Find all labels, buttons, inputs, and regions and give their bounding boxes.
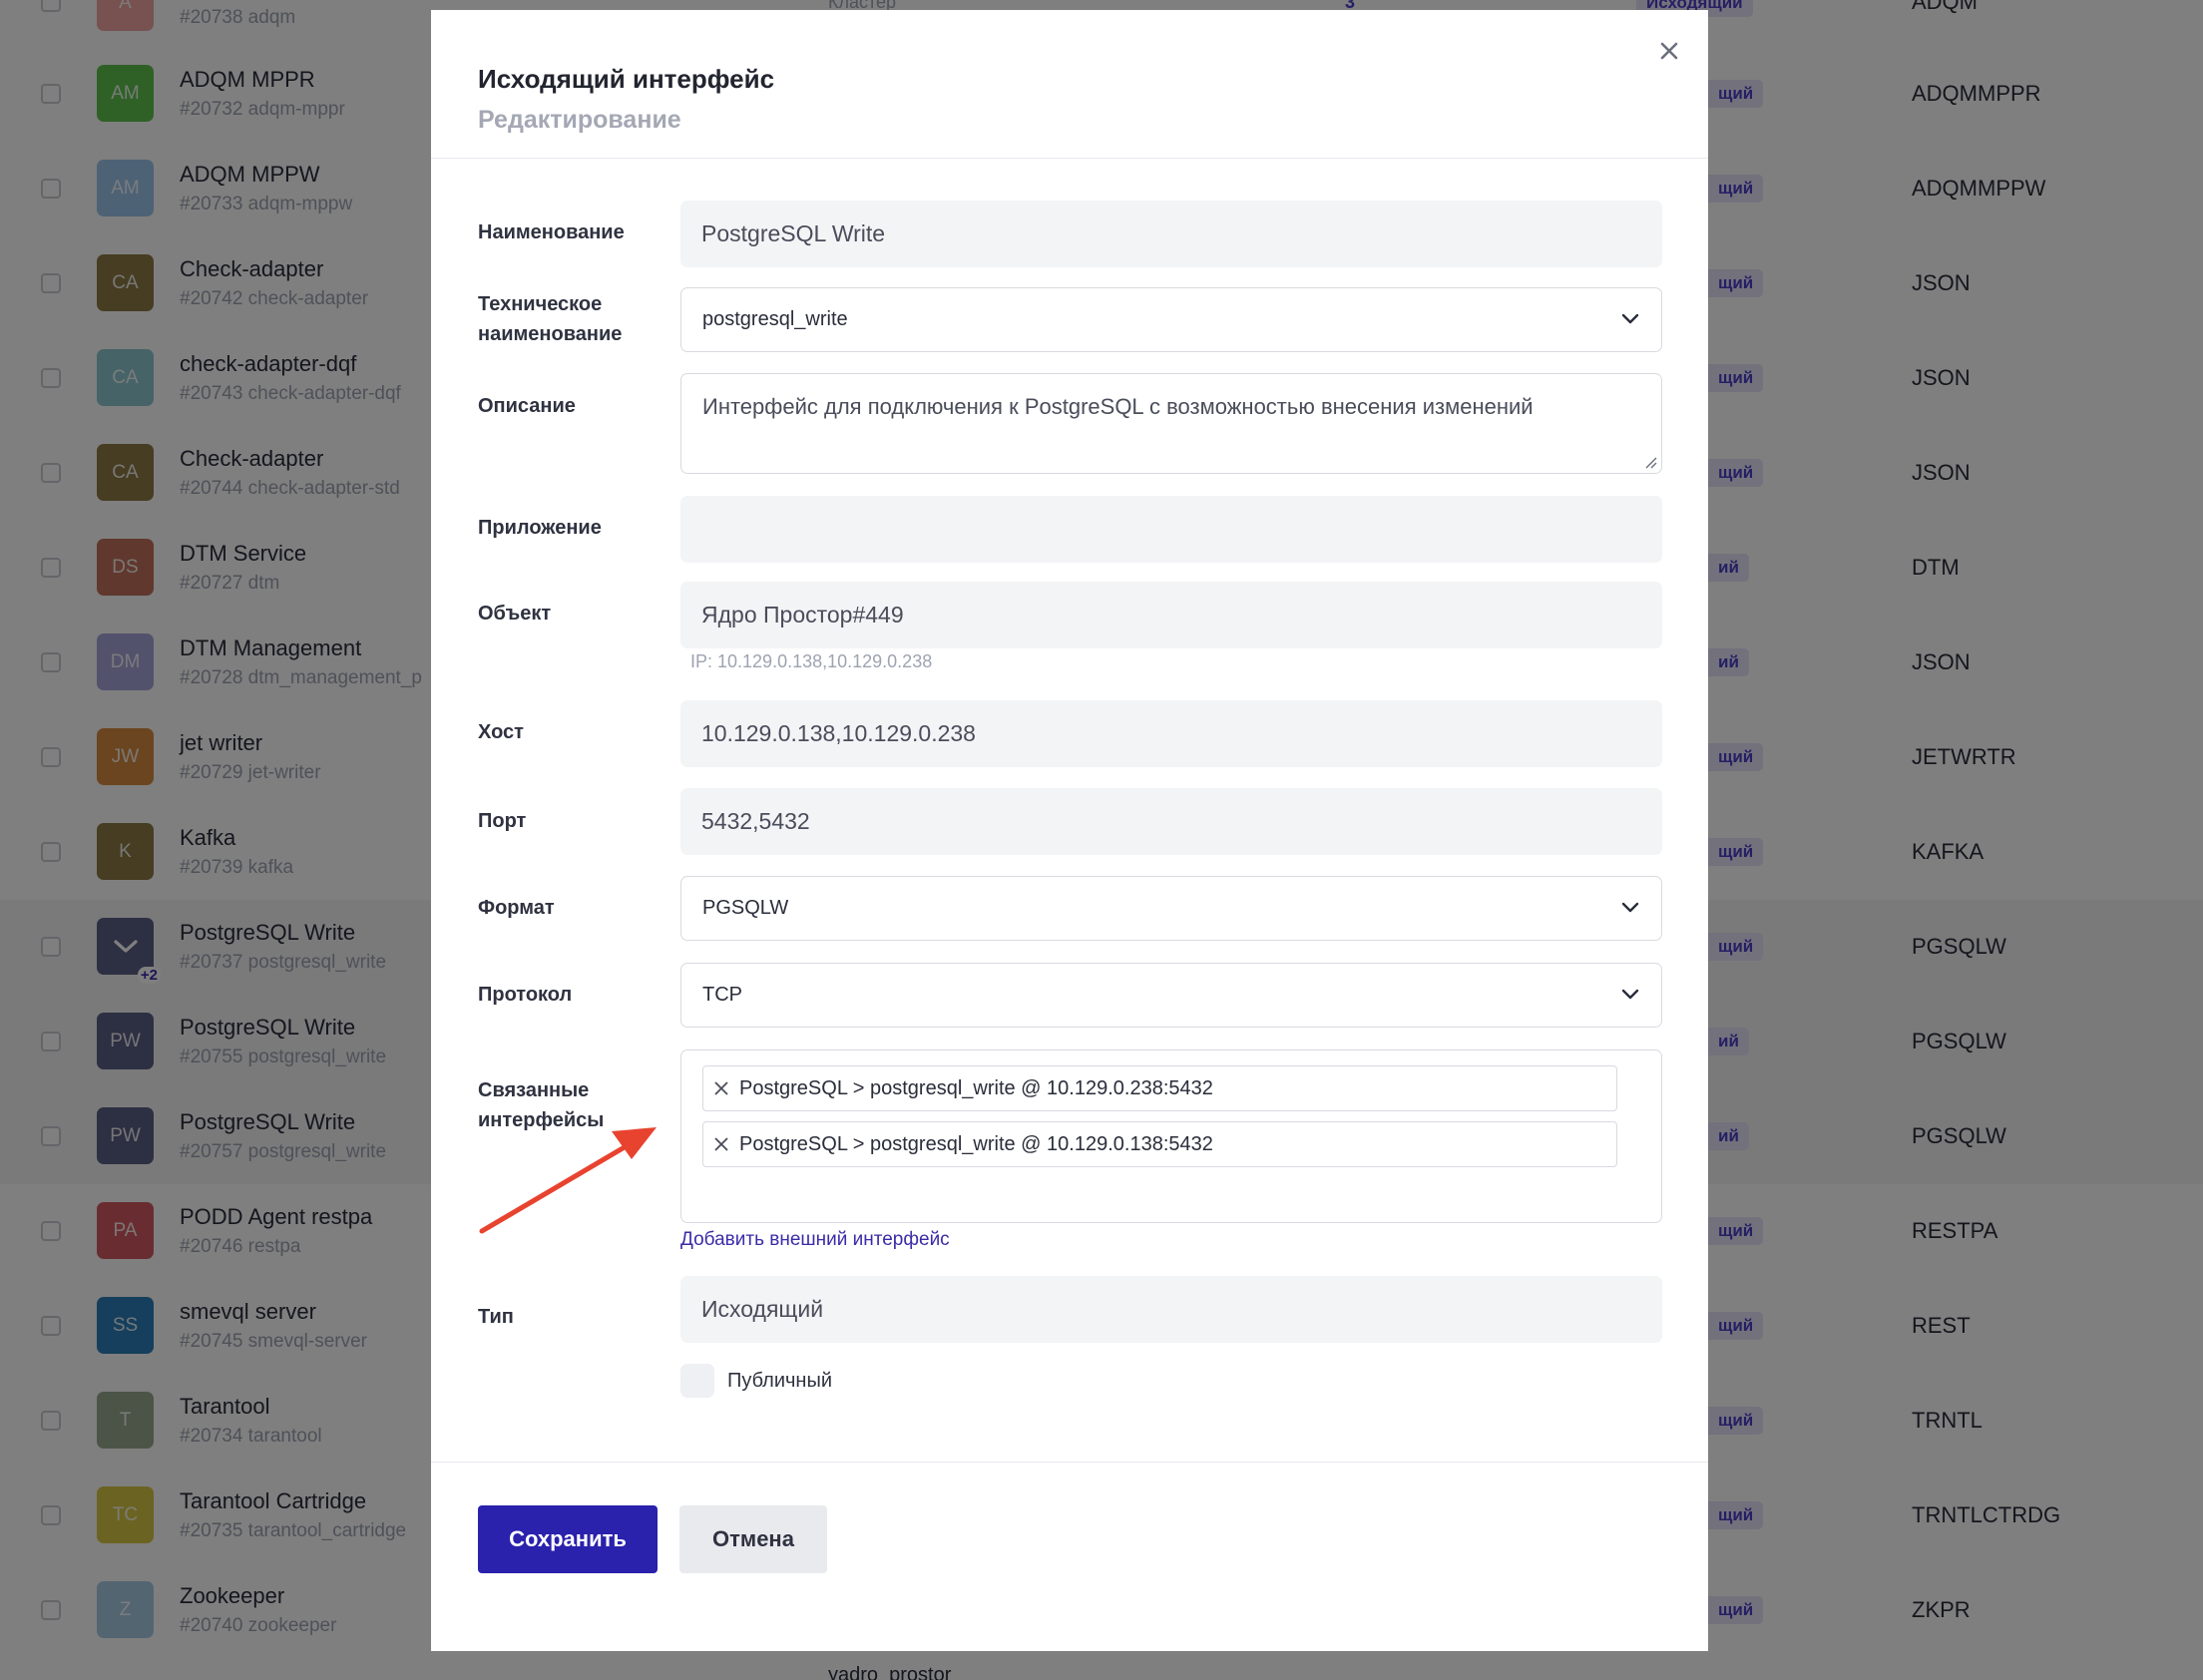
screen: A #20738 adqm Кластер 3 Исходящий ADQM y… [0,0,2203,1680]
protocol-value: TCP [702,984,742,1006]
tech-name-select[interactable]: postgresql_write [680,287,1662,352]
save-button[interactable]: Сохранить [478,1505,658,1573]
host-input[interactable]: 10.129.0.138,10.129.0.238 [680,700,1662,767]
close-button[interactable] [1654,36,1684,66]
linked-interface-chip: PostgreSQL > postgresql_write @ 10.129.0… [702,1065,1617,1111]
edit-interface-modal: Исходящий интерфейс Редактирование Наиме… [431,10,1708,1651]
description-textarea[interactable]: Интерфейс для подключения к PostgreSQL с… [680,373,1662,474]
remove-chip-button[interactable] [703,1065,739,1111]
linked-interfaces-field[interactable]: PostgreSQL > postgresql_write @ 10.129.0… [680,1050,1662,1223]
modal-title: Исходящий интерфейс [478,64,775,94]
type-label: Тип [478,1306,514,1328]
tech-name-value: postgresql_write [702,308,848,330]
application-input[interactable] [680,496,1662,563]
port-input[interactable]: 5432,5432 [680,788,1662,855]
chevron-down-icon [1621,902,1639,912]
close-icon [714,1081,728,1095]
modal-subtitle: Редактирование [478,106,681,134]
add-external-interface-link[interactable]: Добавить внешний интерфейс [680,1229,950,1251]
close-icon [714,1137,728,1151]
object-label: Объект [478,603,552,625]
linked-interface-text: PostgreSQL > postgresql_write @ 10.129.0… [739,1132,1213,1155]
header-divider [431,158,1708,159]
cancel-button[interactable]: Отмена [679,1505,827,1573]
linked-interface-chip: PostgreSQL > postgresql_write @ 10.129.0… [702,1121,1617,1167]
chevron-down-icon [1621,989,1639,999]
object-ip-hint: IP: 10.129.0.138,10.129.0.238 [690,651,933,671]
format-select[interactable]: PGSQLW [680,876,1662,941]
name-input[interactable]: PostgreSQL Write [680,201,1662,267]
type-input[interactable]: Исходящий [680,1276,1662,1343]
description-value: Интерфейс для подключения к PostgreSQL с… [702,394,1534,419]
remove-chip-button[interactable] [703,1121,739,1167]
annotation-arrow [479,1127,657,1234]
tech-name-label: Техническое наименование [478,293,623,345]
name-label: Наименование [478,221,625,243]
chevron-down-icon [1621,313,1639,323]
linked-interface-text: PostgreSQL > postgresql_write @ 10.129.0… [739,1076,1213,1099]
public-checkbox-label: Публичный [727,1370,833,1392]
protocol-select[interactable]: TCP [680,963,1662,1028]
host-label: Хост [478,721,524,743]
resize-handle-icon[interactable] [1643,455,1657,469]
format-label: Формат [478,897,555,919]
close-icon [1660,42,1678,60]
application-label: Приложение [478,517,602,539]
public-checkbox[interactable] [680,1364,714,1398]
port-label: Порт [478,810,527,832]
protocol-label: Протокол [478,984,573,1006]
description-label: Описание [478,395,576,417]
object-input[interactable]: Ядро Простор#449 [680,582,1662,648]
format-value: PGSQLW [702,897,789,919]
footer-divider [431,1462,1708,1463]
